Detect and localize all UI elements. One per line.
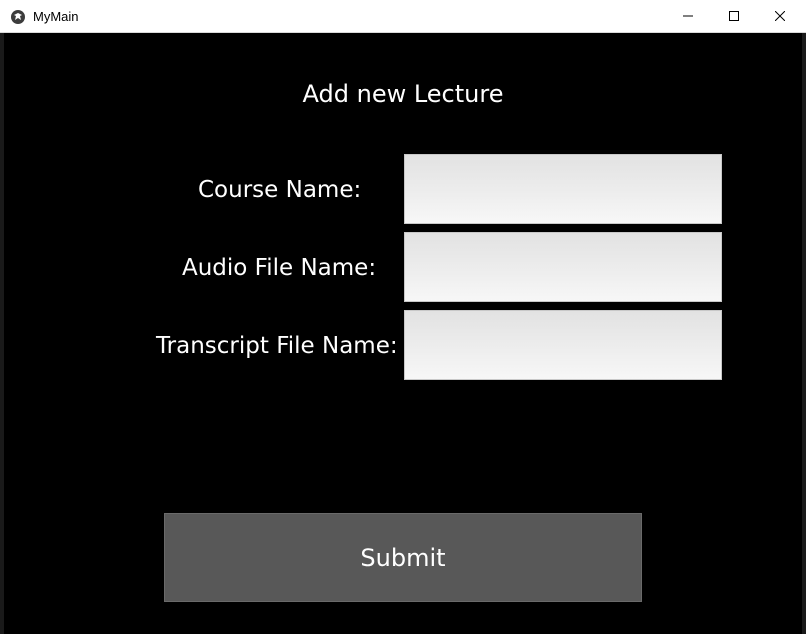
- close-icon: [775, 11, 785, 21]
- window-border-right: [802, 33, 806, 634]
- maximize-icon: [729, 11, 739, 21]
- transcript-file-name-input[interactable]: [404, 310, 722, 380]
- form-heading: Add new Lecture: [302, 80, 504, 108]
- course-name-input[interactable]: [404, 154, 722, 224]
- app-logo-icon: [11, 10, 25, 24]
- audio-file-name-label: Audio File Name:: [182, 255, 377, 281]
- title-bar[interactable]: MyMain: [0, 0, 806, 33]
- minimize-button[interactable]: [665, 0, 711, 32]
- app-window: MyMain Add new Lecture Course Name: Audi…: [0, 0, 806, 634]
- maximize-button[interactable]: [711, 0, 757, 32]
- course-name-label: Course Name:: [198, 177, 362, 203]
- transcript-file-name-label: Transcript File Name:: [156, 333, 398, 359]
- submit-button[interactable]: Submit: [164, 513, 642, 602]
- close-button[interactable]: [757, 0, 803, 32]
- audio-file-name-input[interactable]: [404, 232, 722, 302]
- window-title: MyMain: [33, 9, 79, 24]
- minimize-icon: [683, 15, 693, 17]
- form-panel: Add new Lecture Course Name: Audio File …: [4, 33, 802, 631]
